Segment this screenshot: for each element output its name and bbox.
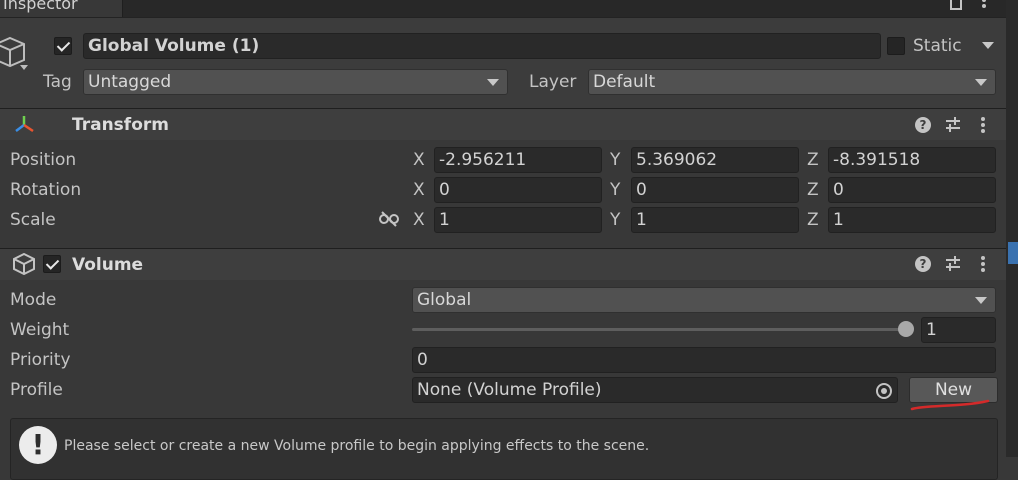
scale-x-axis[interactable]: X [413, 208, 425, 232]
more-icon[interactable] [981, 117, 985, 135]
priority-label: Priority [10, 350, 71, 370]
chevron-down-icon [975, 297, 987, 304]
position-y-axis[interactable]: Y [610, 148, 620, 172]
help-icon[interactable]: ? [915, 117, 931, 133]
volume-icon [13, 253, 35, 275]
annotation-underline [910, 399, 990, 411]
scale-y-axis[interactable]: Y [610, 208, 620, 232]
help-icon[interactable]: ? [915, 256, 931, 272]
object-name-field[interactable]: Global Volume (1) [83, 33, 881, 59]
layer-value: Default [593, 72, 656, 92]
priority-field[interactable]: 0 [412, 347, 996, 373]
rotation-y-field[interactable]: 0 [631, 177, 799, 203]
chevron-down-icon [487, 79, 499, 86]
scale-y-field[interactable]: 1 [631, 207, 799, 233]
weight-label: Weight [10, 320, 70, 340]
mode-dropdown[interactable]: Global [412, 287, 996, 313]
mode-value: Global [417, 290, 472, 310]
transform-icon [15, 116, 34, 133]
lock-icon[interactable] [950, 0, 962, 10]
more-icon[interactable] [981, 256, 985, 274]
scale-x-field[interactable]: 1 [434, 207, 602, 233]
chevron-down-icon [975, 79, 987, 86]
scrollbar-marker [1008, 242, 1018, 264]
gameobject-icon [0, 36, 28, 70]
scale-z-axis[interactable]: Z [807, 208, 819, 232]
position-x-axis[interactable]: X [413, 148, 425, 172]
position-x-field[interactable]: -2.956211 [434, 147, 602, 173]
transform-title: Transform [72, 115, 169, 135]
volume-enabled-checkbox[interactable] [43, 255, 61, 273]
object-picker-icon[interactable] [876, 383, 892, 399]
position-z-field[interactable]: -8.391518 [828, 147, 996, 173]
unlink-icon[interactable] [379, 211, 399, 227]
scale-label: Scale [10, 210, 56, 230]
static-dropdown-arrow[interactable] [982, 42, 994, 49]
rotation-x-field[interactable]: 0 [434, 177, 602, 203]
tab-title: Inspector [3, 0, 78, 13]
position-label: Position [10, 150, 77, 170]
help-message: Please select or create a new Volume pro… [64, 438, 650, 454]
layer-label: Layer [529, 72, 577, 92]
tab-bar [0, 0, 1006, 17]
volume-header[interactable] [0, 248, 1006, 280]
profile-field[interactable]: None (Volume Profile) [412, 377, 898, 403]
preset-icon[interactable] [944, 255, 962, 273]
weight-slider-track[interactable] [412, 328, 906, 331]
mode-label: Mode [10, 290, 57, 310]
rotation-z-field[interactable]: 0 [828, 177, 996, 203]
rotation-label: Rotation [10, 180, 82, 200]
tag-label: Tag [43, 72, 72, 92]
right-edge-panel [1006, 0, 1018, 457]
layer-dropdown[interactable]: Default [588, 69, 996, 95]
static-checkbox[interactable] [887, 37, 905, 55]
weight-field[interactable]: 1 [921, 317, 996, 343]
rotation-x-axis[interactable]: X [413, 178, 425, 202]
tag-value: Untagged [88, 72, 172, 92]
static-label: Static [913, 36, 962, 56]
rotation-y-axis[interactable]: Y [610, 178, 620, 202]
active-checkbox[interactable] [54, 37, 72, 55]
volume-title: Volume [72, 255, 144, 275]
tag-dropdown[interactable]: Untagged [83, 69, 508, 95]
position-z-axis[interactable]: Z [807, 148, 819, 172]
scale-z-field[interactable]: 1 [828, 207, 996, 233]
preset-icon[interactable] [944, 116, 962, 134]
inspector-tab[interactable]: Inspector [0, 0, 123, 17]
profile-label: Profile [10, 380, 63, 400]
tab-more-icon[interactable] [982, 0, 986, 10]
rotation-z-axis[interactable]: Z [807, 178, 819, 202]
weight-slider-thumb[interactable] [898, 321, 914, 337]
position-y-field[interactable]: 5.369062 [631, 147, 799, 173]
warning-icon: ! [19, 426, 57, 464]
